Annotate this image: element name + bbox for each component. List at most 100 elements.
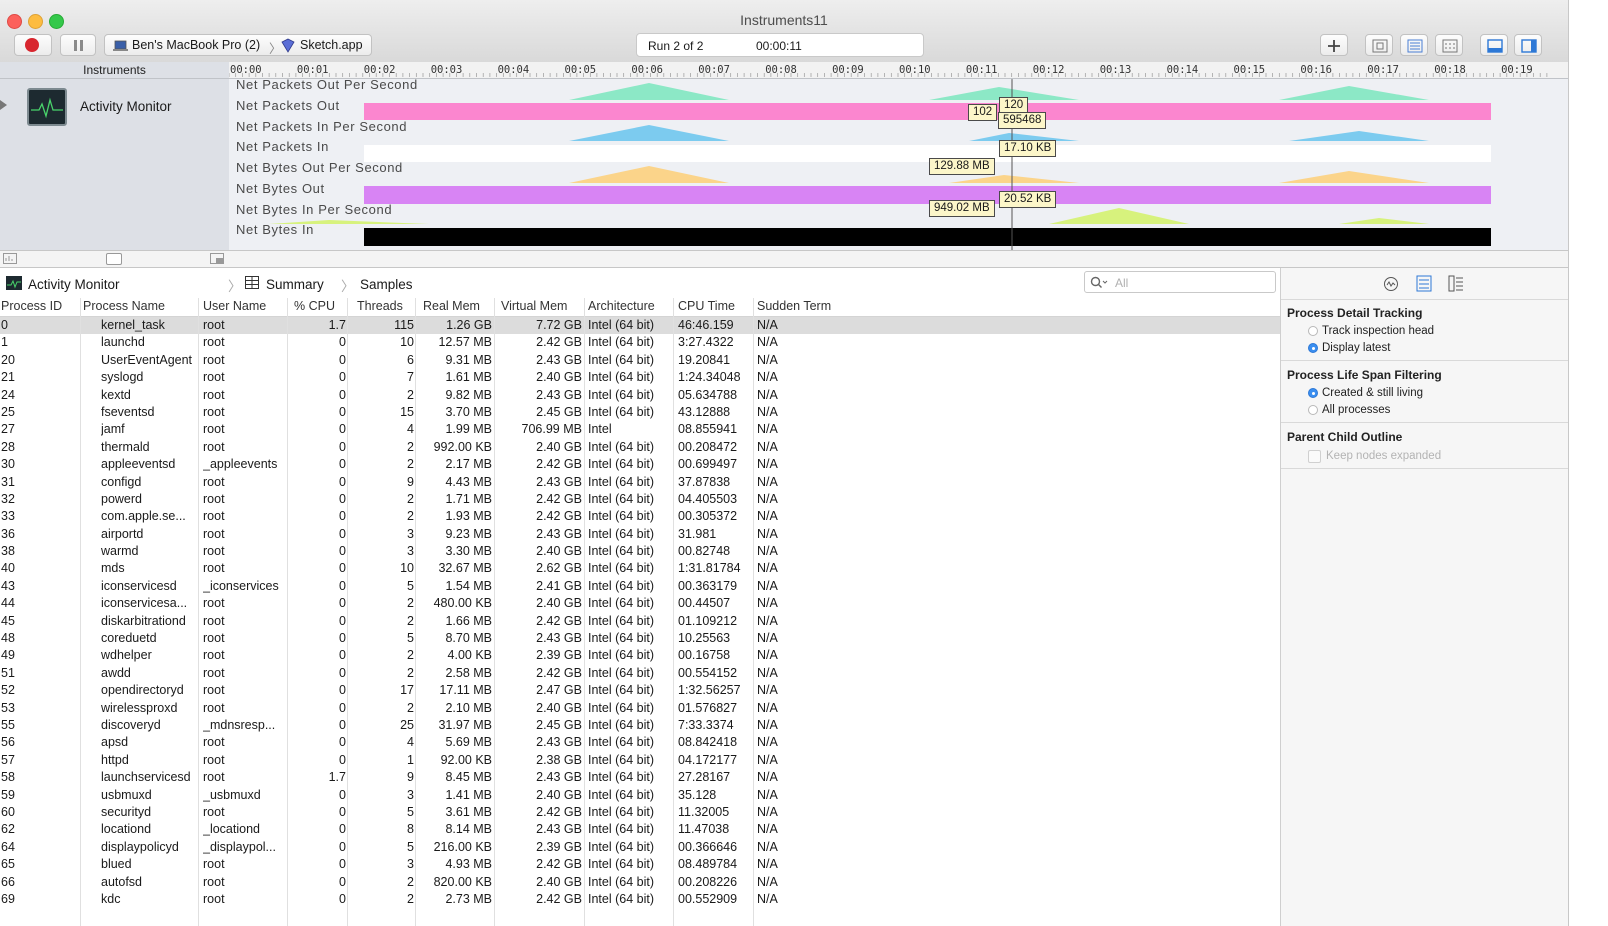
target-app-label[interactable]: Sketch.app	[300, 38, 363, 52]
pause-button[interactable]	[60, 34, 96, 56]
col-process-name-header[interactable]: Process Name	[83, 299, 165, 313]
target-path-control[interactable]: Ben's MacBook Pro (2) 〉 Sketch.app	[104, 34, 372, 56]
table-row[interactable]: 21 syslogd root 0 7 1.61 MB 2.40 GB Intel (64 b…	[0, 369, 1280, 386]
table-row[interactable]: 51 awdd root 0 2 2.58 MB 2.42 GB Intel (64 bit)…	[0, 665, 1280, 682]
table-row[interactable]: 30 appleeventsd _appleevents 0 2 2.17 MB 2.42 …	[0, 456, 1280, 473]
table-row[interactable]: 53 wirelessproxd root 0 2 2.10 MB 2.40 GB Intel…	[0, 700, 1280, 717]
col-sudden-term-cell: N/A	[757, 700, 778, 715]
col-cpu-time-cell: 08.855941	[678, 422, 738, 437]
col-real-mem-header[interactable]: Real Mem	[423, 299, 480, 313]
table-row[interactable]: 48 coreduetd root 0 5 8.70 MB 2.43 GB Intel (64…	[0, 630, 1280, 647]
display-latest-radio[interactable]	[1308, 343, 1318, 353]
table-row[interactable]: 58 launchservicesd root 1.7 9 8.45 MB 2.43 GB I…	[0, 769, 1280, 786]
col-user-name-header[interactable]: User Name	[203, 299, 266, 313]
track-height-icon[interactable]	[210, 253, 224, 264]
table-row[interactable]: 24 kextd root 0 2 9.82 MB 2.43 GB Intel (64 bit…	[0, 387, 1280, 404]
table-row[interactable]: 25 fseventsd root 0 15 3.70 MB 2.45 GB Intel (6…	[0, 404, 1280, 421]
table-row[interactable]: 65 blued root 0 3 4.93 MB 2.42 GB Intel (64 bit…	[0, 856, 1280, 873]
table-row[interactable]: 43 iconservicesd _iconservices 0 5 1.54 MB 2.4…	[0, 578, 1280, 595]
table-row[interactable]: 28 thermald root 0 2 992.00 KB 2.40 GB Intel (6…	[0, 439, 1280, 456]
table-row[interactable]: 52 opendirectoryd root 0 17 17.11 MB 2.47 GB In…	[0, 682, 1280, 699]
column-divider[interactable]	[415, 298, 416, 926]
extended-detail-icon[interactable]	[1448, 275, 1464, 292]
device-label[interactable]: Ben's MacBook Pro (2)	[132, 38, 260, 52]
table-row[interactable]: 62 locationd _locationd 0 8 8.14 MB 2.43 GB Int…	[0, 821, 1280, 838]
column-divider[interactable]	[673, 298, 674, 926]
table-row[interactable]: 49 wdhelper root 0 2 4.00 KB 2.39 GB Intel (64 …	[0, 647, 1280, 664]
column-divider[interactable]	[584, 298, 585, 926]
record-button[interactable]	[14, 34, 52, 56]
column-divider[interactable]	[347, 298, 348, 926]
all-processes-label[interactable]: All processes	[1322, 404, 1390, 416]
table-row[interactable]: 38 warmd root 0 3 3.30 MB 2.40 GB Intel (64 bit…	[0, 543, 1280, 560]
table-row[interactable]: 36 airportd root 0 3 9.23 MB 2.43 GB Intel (64 …	[0, 526, 1280, 543]
column-divider[interactable]	[287, 298, 288, 926]
table-row[interactable]: 0 kernel_task root 1.7 115 1.26 GB 7.72 GB Inte…	[0, 317, 1280, 335]
record-settings-icon[interactable]	[1383, 276, 1399, 292]
table-row[interactable]: 66 autofsd root 0 2 820.00 KB 2.40 GB Intel (64…	[0, 874, 1280, 891]
col-architecture-cell: Intel (64 bit)	[588, 578, 655, 593]
grid-view-button[interactable]	[1435, 34, 1463, 56]
col-sudden-term-header[interactable]: Sudden Term	[757, 299, 831, 313]
table-row[interactable]: 32 powerd root 0 2 1.71 MB 2.42 GB Intel (64 bi…	[0, 491, 1280, 508]
time-ruler[interactable]: 00:00 00:01 00:02 00:03 00:04 00:05 00:06 00:07…	[229, 62, 1568, 79]
instrument-name[interactable]: Activity Monitor	[80, 99, 172, 114]
jump-bar-section[interactable]: Samples	[360, 277, 413, 292]
table-row[interactable]: 64 displaypolicyd _displaypol... 0 5 216.00 K…	[0, 839, 1280, 856]
col-process-id-header[interactable]: Process ID	[1, 299, 62, 313]
table-row[interactable]: 27 jamf root 0 4 1.99 MB 706.99 MB Intel 08.8559…	[0, 421, 1280, 438]
snapshot-button[interactable]	[1365, 34, 1393, 56]
display-settings-icon[interactable]	[1416, 275, 1432, 292]
table-row[interactable]: 1 launchd root 0 10 12.57 MB 2.42 GB Intel (64 …	[0, 334, 1280, 351]
table-row[interactable]: 57 httpd root 0 1 92.00 KB 2.38 GB Intel (64 bi…	[0, 752, 1280, 769]
toggle-detail-pane-button[interactable]	[1480, 34, 1508, 56]
table-row[interactable]: 45 diskarbitrationd root 0 2 1.66 MB 2.42 GB In…	[0, 613, 1280, 630]
table-row[interactable]: 40 mds root 0 10 32.67 MB 2.62 GB Intel (64 bit…	[0, 560, 1280, 577]
timeline-scroll-thumb[interactable]	[106, 253, 122, 265]
add-instrument-button[interactable]	[1320, 34, 1348, 56]
table-row[interactable]: 55 discoveryd _mdnsresp... 0 25 31.97 MB 2.45 …	[0, 717, 1280, 734]
jump-bar-view[interactable]: Summary	[266, 277, 324, 292]
table-row[interactable]: 31 configd root 0 9 4.43 MB 2.43 GB Intel (64 b…	[0, 474, 1280, 491]
created-still-living-radio[interactable]	[1308, 388, 1318, 398]
track-inspection-head-label[interactable]: Track inspection head	[1322, 325, 1434, 337]
search-field[interactable]: All	[1084, 271, 1276, 293]
table-row[interactable]: 20 UserEventAgent root 0 6 9.31 MB 2.43 GB Inte…	[0, 352, 1280, 369]
column-divider[interactable]	[80, 298, 81, 926]
col-architecture-header[interactable]: Architecture	[588, 299, 655, 313]
col-real-mem-cell: 5.69 MB	[445, 735, 492, 750]
table-row[interactable]: 44 iconservicesa... root 0 2 480.00 KB 2.40 GB…	[0, 595, 1280, 612]
track-inspection-head-radio[interactable]	[1308, 326, 1318, 336]
table-row[interactable]: 33 com.apple.se... root 0 2 1.93 MB 2.42 GB Int…	[0, 508, 1280, 525]
table-row[interactable]: 69 kdc root 0 2 2.73 MB 2.42 GB Intel (64 bit) 0…	[0, 891, 1280, 908]
table-row[interactable]: 56 apsd root 0 4 5.69 MB 2.43 GB Intel (64 bit)…	[0, 734, 1280, 751]
col-process-name-cell: coreduetd	[101, 631, 157, 646]
display-latest-label[interactable]: Display latest	[1322, 342, 1390, 354]
all-processes-radio[interactable]	[1308, 405, 1318, 415]
toggle-inspector-pane-button[interactable]	[1514, 34, 1542, 56]
column-divider[interactable]	[753, 298, 754, 926]
col-cpu-header[interactable]: % CPU	[294, 299, 335, 313]
col-virtual-mem-header[interactable]: Virtual Mem	[501, 299, 567, 313]
col-cpu-cell: 0	[339, 387, 346, 402]
col-threads-header[interactable]: Threads	[357, 299, 403, 313]
list-view-button[interactable]	[1400, 34, 1428, 56]
column-divider[interactable]	[198, 298, 199, 926]
disclosure-triangle-icon[interactable]	[0, 100, 7, 110]
created-still-living-label[interactable]: Created & still living	[1322, 387, 1423, 399]
graph-options-icon[interactable]	[3, 253, 17, 264]
table-row[interactable]: 60 securityd root 0 5 3.61 MB 2.42 GB Intel (64…	[0, 804, 1280, 821]
col-cpu-time-header[interactable]: CPU Time	[678, 299, 735, 313]
column-divider[interactable]	[494, 298, 495, 926]
process-table-body[interactable]: 0 kernel_task root 1.7 115 1.26 GB 7.72 GB Inte…	[0, 317, 1280, 926]
ruler-tick-label: 00:14	[1166, 64, 1199, 76]
jump-bar-instrument[interactable]: Activity Monitor	[28, 277, 120, 292]
table-row[interactable]: 59 usbmuxd _usbmuxd 0 3 1.41 MB 2.40 GB Intel (…	[0, 787, 1280, 804]
track-graphs[interactable]	[229, 79, 1568, 250]
col-user-name-cell: root	[203, 804, 225, 819]
col-cpu-cell: 0	[339, 700, 346, 715]
col-cpu-time-cell: 08.842418	[678, 735, 738, 750]
keep-nodes-expanded-checkbox[interactable]	[1308, 450, 1321, 463]
col-cpu-time-cell: 19.20841	[678, 352, 731, 367]
col-cpu-time-cell: 00.208226	[678, 874, 738, 889]
